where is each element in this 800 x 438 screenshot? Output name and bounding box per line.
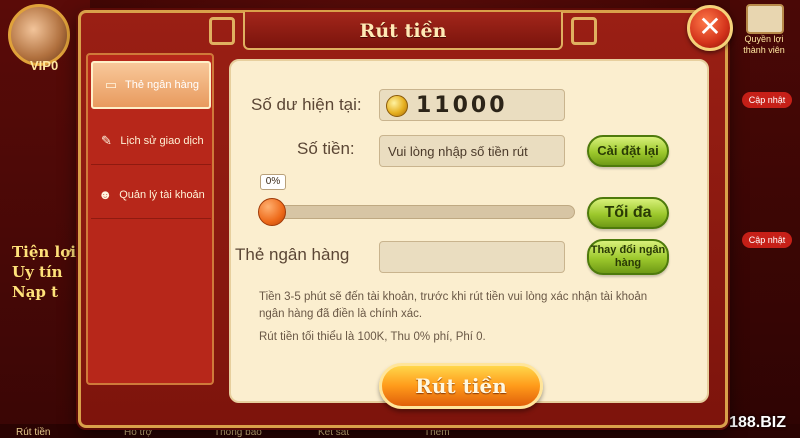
vip-label: VIP0 (30, 58, 59, 73)
amount-slider[interactable]: 0% (258, 174, 575, 226)
gift-icon[interactable] (746, 4, 784, 34)
withdraw-button[interactable]: Rút tiền (379, 363, 543, 409)
reset-button[interactable]: Cài đặt lại (587, 135, 669, 167)
bank-label: Thẻ ngân hàng (235, 245, 350, 264)
balance-value: 11000 (416, 93, 508, 118)
max-button[interactable]: Tối đa (587, 197, 669, 229)
amount-input[interactable] (380, 136, 564, 166)
avatar[interactable] (8, 4, 70, 66)
slider-handle[interactable] (258, 198, 286, 226)
card-icon: ▭ (104, 77, 118, 92)
lobby-right-panel (730, 0, 800, 438)
update-badge[interactable]: Cập nhật (742, 232, 792, 248)
nav-withdraw[interactable]: Rút tiền (16, 427, 50, 438)
close-icon: ✕ (698, 10, 722, 43)
withdraw-note: Tiền 3-5 phút sẽ đến tài khoản, trước kh… (259, 291, 648, 320)
bank-field[interactable] (379, 241, 565, 273)
sidebar-item-label: Quản lý tài khoản (119, 188, 205, 201)
fee-note: Rút tiền tối thiểu là 100K, Thu 0% phí, … (259, 331, 486, 343)
nav-support[interactable]: Hỗ trợ (124, 427, 152, 438)
balance-field: 11000 (379, 89, 565, 121)
sidebar-item-bank-card[interactable]: ▭ Thẻ ngân hàng (91, 61, 211, 109)
amount-label: Số tiền: (297, 139, 355, 158)
change-bank-button[interactable]: Thay đổi ngân hàng (587, 239, 669, 275)
history-icon: ✎ (100, 132, 112, 148)
coin-icon (386, 95, 408, 117)
sidebar-item-label: Lịch sử giao dịch (120, 134, 204, 147)
withdraw-modal: Rút tiền ✕ ▭ Thẻ ngân hàng ✎ Lịch sử gia… (78, 5, 733, 428)
nav-safe[interactable]: Két sắt (318, 427, 349, 438)
sidebar-item-label: Thẻ ngân hàng (124, 79, 199, 91)
promo-text: Tiện lợi Uy tín Nạp t (12, 243, 76, 301)
modal-sidebar: ▭ Thẻ ngân hàng ✎ Lịch sử giao dịch ☻ Qu… (86, 53, 214, 385)
withdraw-form: Số dư hiện tại: 11000 Số tiền: Cài đặt l… (229, 59, 709, 409)
close-button[interactable]: ✕ (687, 5, 733, 51)
sidebar-item-history[interactable]: ✎ Lịch sử giao dịch (91, 117, 211, 165)
title-ornament-left (209, 17, 235, 45)
modal-title: Rút tiền (243, 12, 563, 50)
users-icon: ☻ (98, 186, 113, 202)
nav-notice[interactable]: Thông báo (214, 427, 262, 438)
title-ornament-right (571, 17, 597, 45)
gift-label: Quyền lợi thành viên (743, 34, 785, 55)
nav-more[interactable]: Thêm (424, 427, 450, 438)
amount-field (379, 135, 565, 167)
slider-percent-label: 0% (260, 174, 286, 190)
update-badge[interactable]: Cập nhật (742, 92, 792, 108)
sidebar-item-account[interactable]: ☻ Quản lý tài khoản (91, 171, 211, 219)
balance-label: Số dư hiện tại: (251, 95, 362, 114)
